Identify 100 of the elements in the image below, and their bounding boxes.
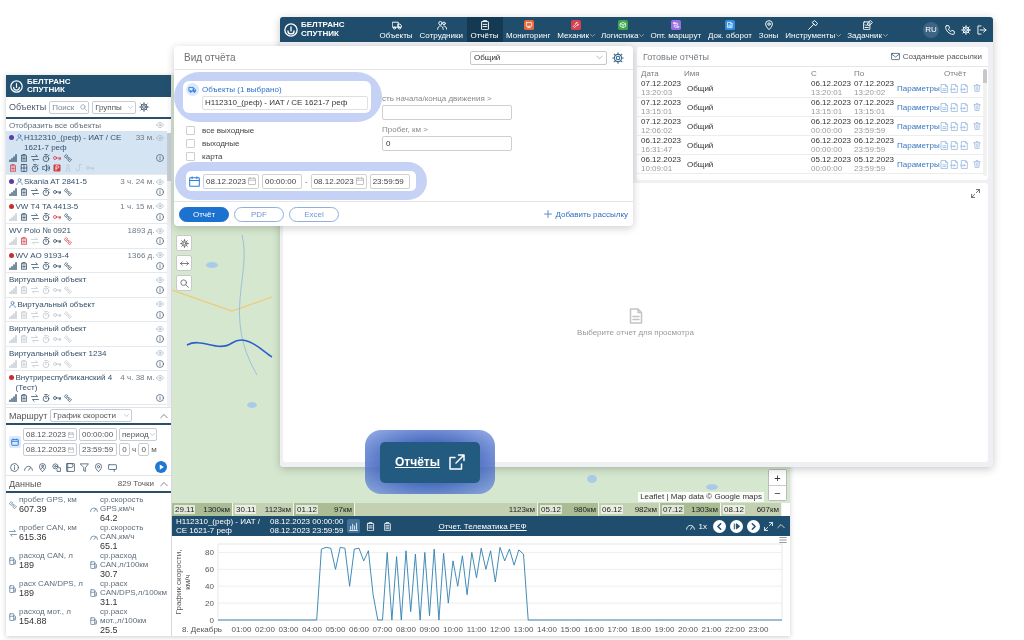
checkbox[interactable] xyxy=(186,125,195,135)
document-icon[interactable] xyxy=(940,121,949,131)
info-icon[interactable] xyxy=(156,393,164,402)
object-list-item[interactable]: WV Polo № 0921 1893 д. xyxy=(6,224,167,249)
timeline-segment[interactable]: 06.12 982км xyxy=(599,503,660,516)
view-button[interactable] xyxy=(347,519,361,533)
document-icon[interactable] xyxy=(940,159,949,169)
file-arrow-icon[interactable] xyxy=(950,102,959,112)
object-list-item[interactable]: Виртуальный объект xyxy=(6,322,167,347)
chevron-up-icon[interactable] xyxy=(777,522,785,530)
file-arrow-icon[interactable] xyxy=(960,121,969,131)
chevron-up-icon[interactable] xyxy=(160,411,168,420)
eye-icon[interactable] xyxy=(156,275,164,284)
trash-icon[interactable] xyxy=(973,160,981,168)
nav-tab[interactable]: Задачник xyxy=(844,17,891,42)
file-arrow-icon[interactable] xyxy=(950,121,959,131)
settings-icon[interactable] xyxy=(612,51,624,64)
info-icon[interactable] xyxy=(156,212,164,221)
eye-icon[interactable] xyxy=(156,202,164,210)
file-arrow-icon[interactable] xyxy=(960,159,969,169)
nav-tab[interactable]: Механик xyxy=(554,17,599,42)
period-select[interactable]: период xyxy=(119,428,157,441)
file-arrow-icon[interactable] xyxy=(950,140,959,150)
date-field[interactable]: 08.12.2023 xyxy=(310,173,367,189)
timeline-segment[interactable]: 30.11 1123км xyxy=(233,503,294,516)
parameters-link[interactable]: Параметры xyxy=(897,102,939,112)
file-arrow-icon[interactable] xyxy=(960,102,969,112)
gear-pin-icon[interactable] xyxy=(52,462,61,472)
trash-icon[interactable] xyxy=(973,141,981,149)
nav-tab[interactable]: Объекты xyxy=(376,17,417,42)
eye-icon[interactable] xyxy=(156,349,164,357)
timeline-segment[interactable]: 01.12 97км xyxy=(294,503,355,516)
parameters-link[interactable]: Параметры xyxy=(897,140,939,150)
mailings-button[interactable]: Созданные рассылки xyxy=(890,52,982,61)
timeline-segment[interactable]: 29.11 1300км xyxy=(172,503,233,516)
measure-button[interactable] xyxy=(176,255,192,271)
parameters-link[interactable]: Параметры xyxy=(897,159,939,169)
nav-tab[interactable]: Док. оборот xyxy=(705,17,756,42)
timeline-segment[interactable]: 08.12 607км xyxy=(721,503,782,516)
map-search-button[interactable] xyxy=(176,275,192,291)
input-field[interactable]: 0 xyxy=(382,136,512,151)
info-icon[interactable] xyxy=(156,359,164,368)
info-icon[interactable] xyxy=(156,261,164,270)
nav-tab[interactable]: Инструменты xyxy=(782,17,845,42)
zoom-out-button[interactable]: − xyxy=(769,485,786,500)
info-icon[interactable] xyxy=(156,335,164,343)
nav-tab[interactable]: Мониторинг xyxy=(502,17,555,42)
next-icon[interactable] xyxy=(747,519,760,533)
info-icon[interactable] xyxy=(156,286,164,294)
checkbox[interactable] xyxy=(186,138,195,148)
time-field[interactable]: 23:59:59 xyxy=(79,443,117,456)
eye-icon[interactable] xyxy=(156,133,164,142)
timeline-segment[interactable]: 07.12 1303км xyxy=(660,503,721,516)
selected-objects-field[interactable]: H112310_(реф) - ИАТ / CE 1621-7 реф xyxy=(202,95,368,110)
label-icon[interactable] xyxy=(108,462,117,472)
trash-icon[interactable] xyxy=(973,103,981,111)
document-icon[interactable] xyxy=(940,102,949,112)
document-icon[interactable] xyxy=(940,83,949,93)
eye-icon[interactable] xyxy=(156,300,164,308)
object-list-item[interactable]: H112310_(реф) - ИАТ / CE 1621-7 реф 33 м. xyxy=(6,131,167,175)
object-list-item[interactable]: Внутриреспубликанский 4 (Тест) 4 ч. 38 м. xyxy=(6,371,167,405)
object-list-item[interactable]: Skania AT 2841-5 3 ч. 24 м. xyxy=(6,175,167,200)
report-link[interactable]: Отчет. Телематика РЕФ xyxy=(438,521,527,531)
eye-icon[interactable] xyxy=(156,251,164,259)
nav-tab[interactable]: Опт. маршрут xyxy=(647,17,706,42)
date-field[interactable]: 08.12.2023 xyxy=(23,428,77,441)
trash-icon[interactable] xyxy=(973,84,981,92)
checkbox[interactable] xyxy=(186,151,195,161)
nav-tab[interactable]: Отчёты xyxy=(466,17,503,42)
object-list-item[interactable]: Виртуальный объект xyxy=(6,297,167,322)
logout-icon[interactable] xyxy=(977,24,987,35)
reports-button[interactable]: Отчёты xyxy=(380,441,480,483)
file-arrow-icon[interactable] xyxy=(950,83,959,93)
date-field[interactable]: 08.12.2023 xyxy=(23,443,77,456)
eye-icon[interactable] xyxy=(156,324,164,333)
info-icon[interactable] xyxy=(156,153,164,162)
file-arrow-icon[interactable] xyxy=(950,159,959,169)
trash-icon[interactable] xyxy=(973,122,981,130)
document-icon[interactable] xyxy=(940,140,949,150)
menu-icon[interactable] xyxy=(779,536,787,544)
map-settings-button[interactable] xyxy=(176,235,192,251)
minutes-field[interactable]: 0 xyxy=(138,443,150,456)
file-arrow-icon[interactable] xyxy=(960,140,969,150)
map-pin-icon[interactable] xyxy=(94,462,103,472)
object-list-item[interactable]: Виртуальный объект 1234 xyxy=(6,346,167,371)
generate-report-button[interactable]: Отчёт xyxy=(179,206,229,222)
timeline-segment[interactable]: 1123км xyxy=(355,503,538,516)
eye-icon[interactable] xyxy=(156,373,164,382)
object-list-item[interactable]: WV AO 9193-4 1366 д. xyxy=(6,248,167,273)
parameters-link[interactable]: Параметры xyxy=(897,83,939,93)
play-pause-icon[interactable] xyxy=(730,519,743,533)
object-list-item[interactable]: Виртуальный объект xyxy=(6,273,167,298)
time-field[interactable]: 00:00:00 xyxy=(262,173,302,189)
add-mailing-button[interactable]: Добавить рассылку xyxy=(543,209,628,219)
parameters-link[interactable]: Параметры xyxy=(897,121,939,131)
group-select[interactable]: Группы xyxy=(92,100,137,114)
info-icon[interactable] xyxy=(156,188,164,196)
time-field[interactable]: 23:59:59 xyxy=(369,173,410,189)
eye-icon[interactable] xyxy=(156,177,164,186)
play-icon[interactable] xyxy=(155,461,167,473)
